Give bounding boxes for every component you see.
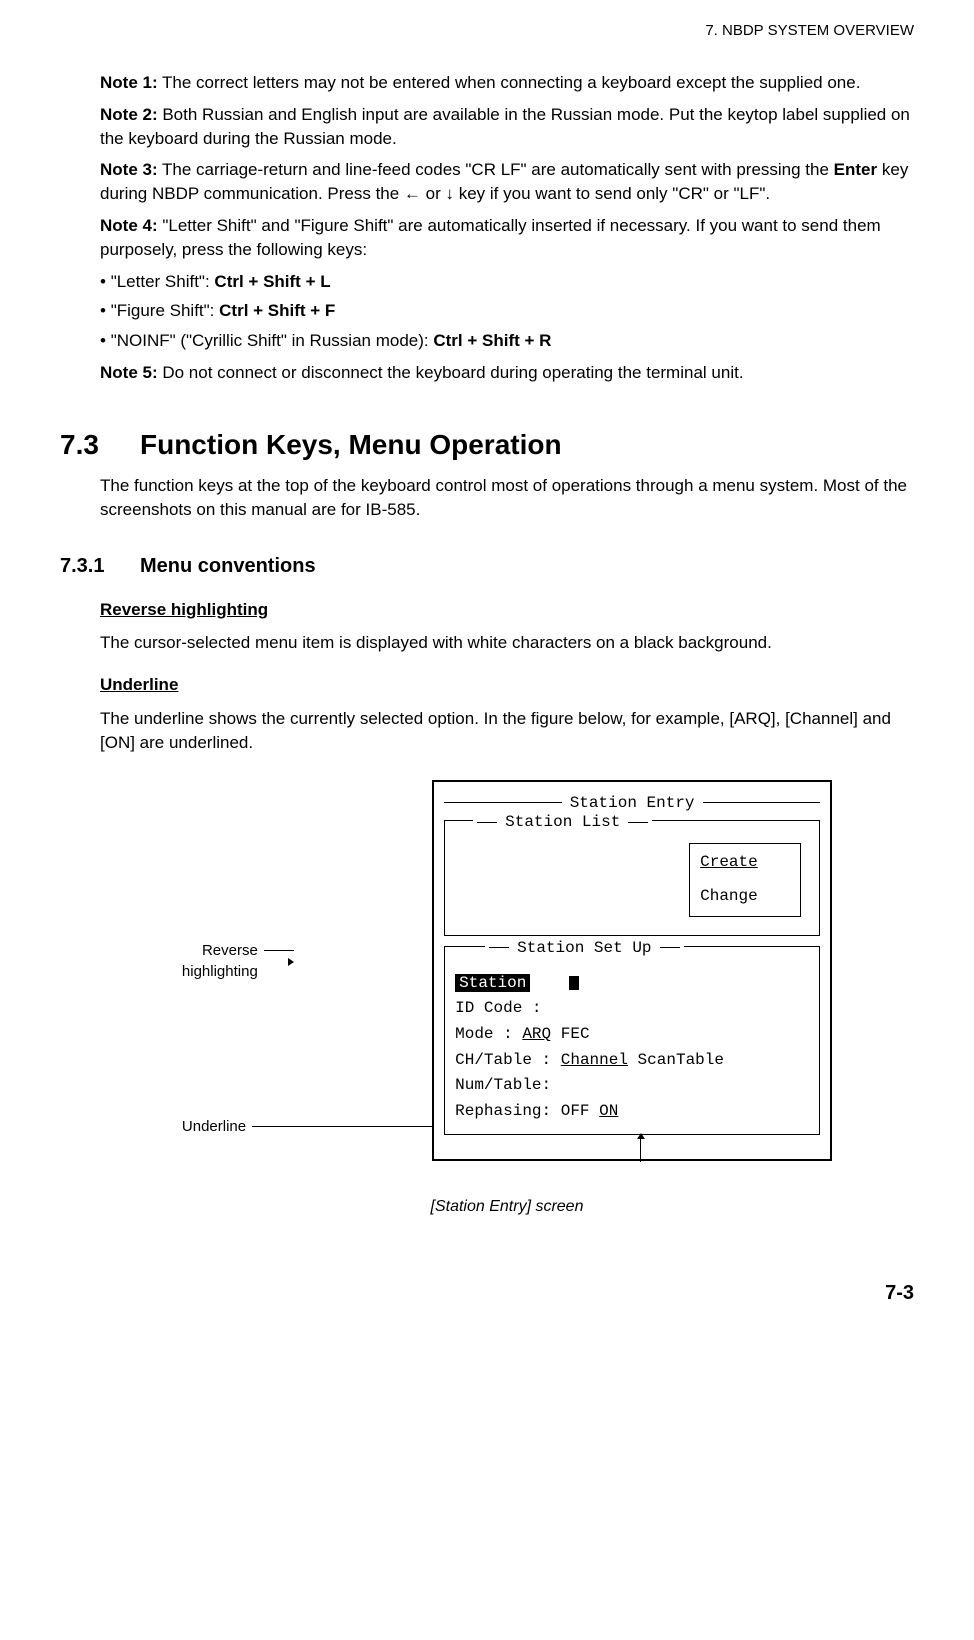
- create-option: Create: [700, 850, 790, 876]
- bullet-text: "Letter Shift":: [111, 272, 215, 291]
- station-entry-figure: Reverse highlighting Underline Station E…: [100, 780, 914, 1219]
- key-combo: Ctrl + Shift + R: [433, 331, 551, 350]
- figure-caption: [Station Entry] screen: [431, 1196, 584, 1218]
- station-setup-box: Station Set Up Station ID Code : Mode : …: [444, 946, 820, 1136]
- ch-channel: Channel: [561, 1051, 628, 1069]
- cursor-icon: [569, 976, 579, 990]
- section-intro: The function keys at the top of the keyb…: [100, 474, 914, 522]
- underline-head: Underline: [100, 673, 914, 697]
- note-text: The carriage-return and line-feed codes …: [158, 160, 834, 179]
- note-2: Note 2: Both Russian and English input a…: [100, 103, 914, 151]
- label-text: Station Set Up: [517, 937, 651, 959]
- field-label: Rephasing: OFF: [455, 1102, 599, 1120]
- note-text: The correct letters may not be entered w…: [158, 73, 861, 92]
- list-item: "Letter Shift": Ctrl + Shift + L: [100, 270, 914, 294]
- label-text: Station List: [505, 811, 620, 833]
- ch-scantable: ScanTable: [628, 1051, 724, 1069]
- field-label: Mode :: [455, 1025, 522, 1043]
- note-5: Note 5: Do not connect or disconnect the…: [100, 361, 914, 385]
- callout-arrow-icon: [264, 950, 294, 972]
- note4-bullets: "Letter Shift": Ctrl + Shift + L "Figure…: [100, 270, 914, 353]
- station-list-box: Station List Create Change: [444, 820, 820, 936]
- ch-table-field: CH/Table : Channel ScanTable: [455, 1048, 809, 1074]
- mode-fec: FEC: [551, 1025, 589, 1043]
- note-label: Note 3:: [100, 160, 158, 179]
- station-field: Station: [455, 971, 809, 997]
- note-text: Do not connect or disconnect the keyboar…: [158, 363, 744, 382]
- figure-callouts: Reverse highlighting Underline: [182, 780, 432, 1137]
- note-text: Both Russian and English input are avail…: [100, 105, 910, 148]
- rephasing-on: ON: [599, 1102, 618, 1120]
- underline-text: The underline shows the currently select…: [100, 707, 914, 755]
- rephasing-field: Rephasing: OFF ON: [455, 1099, 809, 1125]
- notes-block: Note 1: The correct letters may not be e…: [100, 71, 914, 385]
- reverse-highlight-label: Station: [455, 974, 530, 992]
- key-enter: Enter: [834, 160, 877, 179]
- mode-arq: ARQ: [522, 1025, 551, 1043]
- bullet-text: "Figure Shift":: [111, 301, 219, 320]
- setup-fields: Station ID Code : Mode : ARQ FEC CH/Tabl…: [445, 965, 819, 1135]
- mode-field: Mode : ARQ FEC: [455, 1022, 809, 1048]
- id-code-field: ID Code :: [455, 996, 809, 1022]
- bullet-text: "NOINF" ("Cyrillic Shift" in Russian mod…: [111, 331, 434, 350]
- callout-line-icon: [252, 1126, 432, 1127]
- station-setup-label: Station Set Up: [485, 937, 683, 959]
- page-number: 7-3: [60, 1279, 914, 1307]
- subsection-number: 7.3.1: [60, 552, 140, 580]
- key-combo: Ctrl + Shift + F: [219, 301, 335, 320]
- list-item: "Figure Shift": Ctrl + Shift + F: [100, 299, 914, 323]
- page-header: 7. NBDP SYSTEM OVERVIEW: [60, 20, 914, 41]
- callout-text: Reverse: [202, 942, 258, 959]
- note-1: Note 1: The correct letters may not be e…: [100, 71, 914, 95]
- callout-text: highlighting: [182, 963, 258, 980]
- note-4: Note 4: "Letter Shift" and "Figure Shift…: [100, 214, 914, 262]
- note-label: Note 5:: [100, 363, 158, 382]
- station-list-label: Station List: [473, 811, 652, 833]
- callout-underline: Underline: [182, 1116, 432, 1137]
- note-label: Note 1:: [100, 73, 158, 92]
- reverse-highlighting-text: The cursor-selected menu item is display…: [100, 631, 914, 655]
- note-text: "Letter Shift" and "Figure Shift" are au…: [100, 216, 881, 259]
- section-number: 7.3: [60, 425, 140, 464]
- change-option: Change: [700, 884, 790, 910]
- num-table-field: Num/Table:: [455, 1073, 809, 1099]
- callout-text: Underline: [182, 1116, 246, 1137]
- list-item: "NOINF" ("Cyrillic Shift" in Russian mod…: [100, 329, 914, 353]
- subsection-7-3-1: 7.3.1 Menu conventions: [60, 552, 914, 580]
- station-entry-screen: Station Entry Station List Create Change…: [432, 780, 832, 1162]
- section-title: Function Keys, Menu Operation: [140, 425, 562, 464]
- reverse-highlighting-head: Reverse highlighting: [100, 598, 914, 622]
- field-label: CH/Table :: [455, 1051, 561, 1069]
- section-7-3: 7.3 Function Keys, Menu Operation: [60, 425, 914, 464]
- subsection-title: Menu conventions: [140, 552, 316, 580]
- create-change-box: Create Change: [689, 843, 801, 916]
- note-label: Note 2:: [100, 105, 158, 124]
- key-combo: Ctrl + Shift + L: [214, 272, 330, 291]
- callout-reverse-highlighting: Reverse highlighting: [182, 940, 432, 982]
- note-label: Note 4:: [100, 216, 158, 235]
- note-3: Note 3: The carriage-return and line-fee…: [100, 158, 914, 206]
